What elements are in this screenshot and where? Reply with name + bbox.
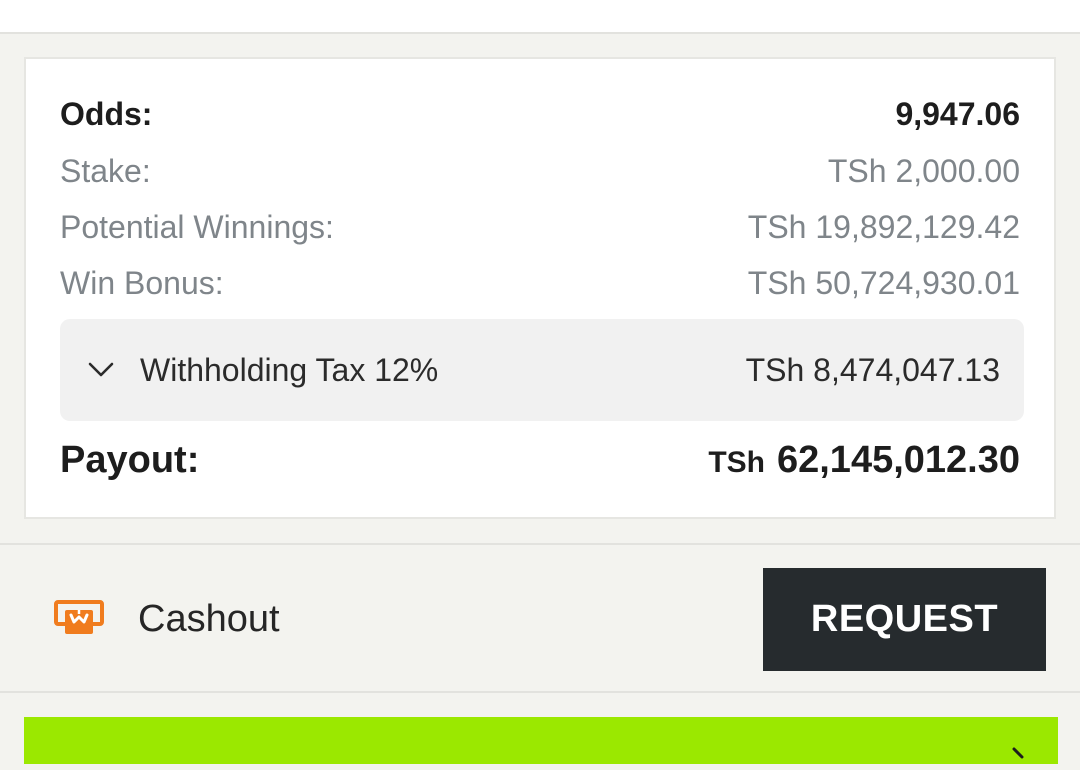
withholding-tax-expander[interactable]: Withholding Tax 12% TSh 8,474,047.13 [60, 319, 1024, 421]
potential-winnings-label: Potential Winnings: [60, 208, 334, 245]
cashout-icon [54, 600, 104, 638]
win-bonus-label: Win Bonus: [60, 264, 224, 301]
cashout-label: Cashout [138, 597, 280, 640]
odds-label: Odds: [60, 95, 153, 132]
odds-value: 9,947.06 [895, 95, 1020, 132]
potential-winnings-value: TSh 19,892,129.42 [747, 208, 1020, 245]
win-bonus-value: TSh 50,724,930.01 [747, 264, 1020, 301]
withholding-tax-label: Withholding Tax 12% [140, 351, 439, 388]
top-strip [0, 0, 1080, 34]
payout-amount: 62,145,012.30 [776, 438, 1020, 481]
payout-value: TSh 62,145,012.30 [708, 439, 1020, 482]
stake-value: TSh 2,000.00 [827, 152, 1020, 189]
potential-winnings-row: Potential Winnings: TSh 19,892,129.42 [60, 207, 1020, 247]
chevron-down-icon[interactable] [88, 361, 114, 379]
cashout-bar: Cashout REQUEST [0, 543, 1080, 693]
payout-label: Payout: [60, 438, 200, 481]
cashout-label-group: Cashout [54, 593, 280, 645]
payout-currency: TSh [708, 445, 765, 479]
bet-summary-card: Odds: 9,947.06 Stake: TSh 2,000.00 Poten… [24, 57, 1056, 519]
place-bet-bar[interactable] [24, 717, 1058, 764]
stake-label: Stake: [60, 152, 151, 189]
withholding-tax-value: TSh 8,474,047.13 [745, 351, 1000, 388]
chevron-right-icon [1008, 745, 1028, 765]
win-bonus-row: Win Bonus: TSh 50,724,930.01 [60, 263, 1020, 303]
stake-row: Stake: TSh 2,000.00 [60, 151, 1020, 191]
odds-row: Odds: 9,947.06 [60, 94, 1020, 134]
request-cashout-button[interactable]: REQUEST [763, 568, 1046, 671]
payout-row: Payout: TSh 62,145,012.30 [60, 437, 1020, 483]
